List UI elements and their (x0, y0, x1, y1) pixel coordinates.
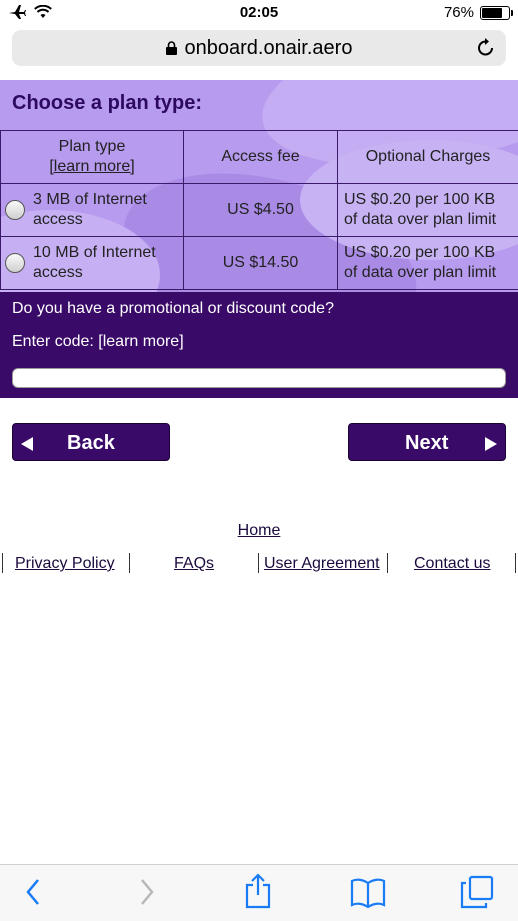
header-access-fee: Access fee (184, 131, 338, 184)
plan-row[interactable]: 3 MB of Internet access US $4.50 US $0.20… (1, 184, 518, 237)
url-display[interactable]: onboard.onair.aero (12, 37, 506, 60)
header-plan-label: Plan type (1, 137, 183, 157)
divider (129, 553, 130, 573)
battery-percent: 76% (444, 4, 474, 21)
battery-icon (480, 6, 510, 20)
plan-fee: US $4.50 (184, 184, 338, 237)
bookmarks-icon[interactable] (350, 877, 386, 909)
divider (387, 553, 388, 573)
next-button[interactable]: Next (348, 423, 506, 461)
status-time: 02:05 (0, 4, 518, 21)
back-button[interactable]: Back (12, 423, 170, 461)
status-bar: 02:05 76% (0, 0, 518, 26)
home-row: Home (0, 522, 518, 540)
divider (258, 553, 259, 573)
plan-name-cell[interactable]: 10 MB of Internet access (1, 237, 184, 290)
back-label: Back (67, 432, 115, 455)
plan-title: Choose a plan type: (12, 92, 202, 115)
promo-enter-label[interactable]: Enter code: [learn more] (12, 333, 184, 351)
plan-name-line2: access (33, 211, 83, 228)
plan-charge-line1: US $0.20 per 100 KB (344, 244, 495, 261)
plan-panel: Choose a plan type: Plan type [learn mor… (0, 80, 518, 292)
plan-name-cell[interactable]: 3 MB of Internet access (1, 184, 184, 237)
plan-header-row: Plan type [learn more] Access fee Option… (1, 131, 518, 184)
arrow-right-icon (485, 437, 497, 451)
plan-radio[interactable] (5, 200, 25, 220)
plan-radio[interactable] (5, 253, 25, 273)
footer-links: Privacy Policy FAQs User Agreement Conta… (0, 553, 518, 577)
home-link[interactable]: Home (238, 522, 281, 539)
plan-charge-line2: of data over plan limit (344, 264, 496, 281)
header-plan-type: Plan type [learn more] (1, 131, 184, 184)
faqs-link[interactable]: FAQs (174, 555, 214, 573)
share-icon[interactable] (244, 873, 272, 909)
lock-icon (166, 41, 177, 55)
arrow-left-icon (21, 437, 33, 451)
address-bar[interactable]: onboard.onair.aero (12, 30, 506, 66)
battery-fill (482, 8, 502, 18)
promo-question: Do you have a promotional or discount co… (12, 300, 334, 318)
status-right: 76% (444, 4, 510, 21)
plan-table: Plan type [learn more] Access fee Option… (0, 130, 518, 290)
plan-charge-line1: US $0.20 per 100 KB (344, 191, 495, 208)
next-label: Next (405, 432, 448, 455)
plan-name-line1: 10 MB of Internet (33, 244, 156, 261)
reload-icon[interactable] (476, 37, 496, 59)
privacy-policy-link[interactable]: Privacy Policy (15, 555, 115, 573)
header-optional-charges: Optional Charges (338, 131, 518, 184)
promo-section: Do you have a promotional or discount co… (0, 292, 518, 398)
user-agreement-link[interactable]: User Agreement (264, 555, 380, 573)
plan-row[interactable]: 10 MB of Internet access US $14.50 US $0.… (1, 237, 518, 290)
learn-more-link[interactable]: [learn more] (1, 157, 183, 177)
plan-charge-line2: of data over plan limit (344, 211, 496, 228)
divider (2, 553, 3, 573)
forward-nav-icon[interactable] (138, 877, 156, 907)
plan-name-line2: access (33, 264, 83, 281)
tabs-icon[interactable] (460, 875, 494, 909)
plan-fee: US $14.50 (184, 237, 338, 290)
divider (515, 553, 516, 573)
browser-toolbar (0, 864, 518, 921)
contact-us-link[interactable]: Contact us (414, 555, 490, 573)
plan-charge: US $0.20 per 100 KB of data over plan lim… (338, 237, 518, 290)
plan-charge: US $0.20 per 100 KB of data over plan lim… (338, 184, 518, 237)
plan-name-line1: 3 MB of Internet (33, 191, 147, 208)
plan-name: 3 MB of Internet access (33, 190, 147, 230)
plan-name: 10 MB of Internet access (33, 243, 156, 283)
back-nav-icon[interactable] (24, 877, 42, 907)
promo-code-input[interactable] (12, 368, 506, 388)
url-text: onboard.onair.aero (185, 37, 353, 59)
